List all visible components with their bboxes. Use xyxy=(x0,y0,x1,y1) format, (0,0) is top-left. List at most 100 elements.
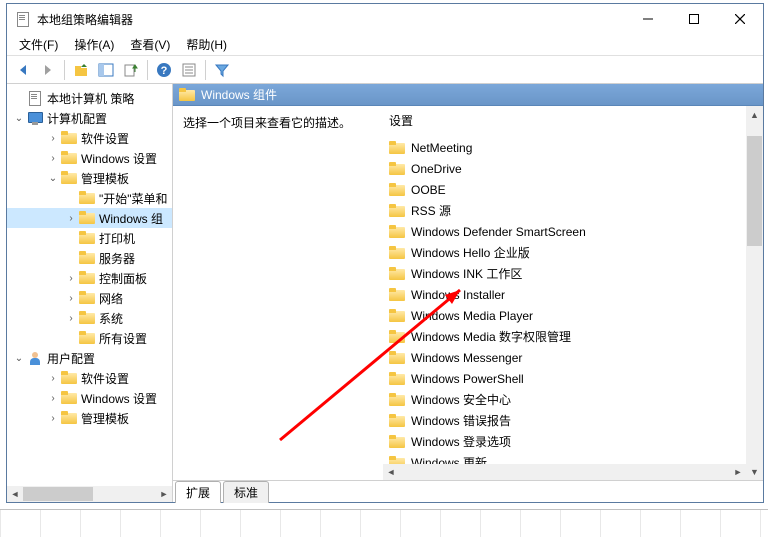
list-item-label: Windows Installer xyxy=(411,288,505,302)
menu-action[interactable]: 操作(A) xyxy=(66,34,122,55)
folder-icon xyxy=(389,245,405,261)
vertical-scrollbar[interactable]: ▲ ▼ xyxy=(746,106,763,480)
list-item[interactable]: Windows INK 工作区 xyxy=(385,263,761,284)
tree-printer[interactable]: 打印机 xyxy=(7,228,172,248)
tree-windows-settings[interactable]: ›Windows 设置 xyxy=(7,148,172,168)
toolbar: ? xyxy=(7,56,763,84)
tree-user-admin[interactable]: ›管理模板 xyxy=(7,408,172,428)
tree-server[interactable]: 服务器 xyxy=(7,248,172,268)
tab-extended[interactable]: 扩展 xyxy=(175,481,221,503)
app-icon xyxy=(15,11,31,27)
tree-user-software[interactable]: ›软件设置 xyxy=(7,368,172,388)
tree-system[interactable]: ›系统 xyxy=(7,308,172,328)
description-text: 选择一个项目来查看它的描述。 xyxy=(183,116,351,130)
scroll-down-icon[interactable]: ▼ xyxy=(746,463,763,480)
expand-icon[interactable]: › xyxy=(47,132,59,144)
filter-button[interactable] xyxy=(210,58,234,82)
tree-root[interactable]: 本地计算机 策略 xyxy=(7,88,172,108)
scroll-right-icon[interactable]: ► xyxy=(156,486,172,502)
scrollbar-thumb[interactable] xyxy=(747,136,762,246)
scroll-up-icon[interactable]: ▲ xyxy=(746,106,763,123)
list-item[interactable]: Windows Media Player xyxy=(385,305,761,326)
folder-icon xyxy=(389,224,405,240)
expand-icon[interactable]: › xyxy=(47,412,59,424)
details-panel: Windows 组件 选择一个项目来查看它的描述。 设置 NetMeetingO… xyxy=(173,84,763,502)
list-item-label: RSS 源 xyxy=(411,202,451,219)
list-item[interactable]: Windows Hello 企业版 xyxy=(385,242,761,263)
up-button[interactable] xyxy=(69,58,93,82)
list-item[interactable]: NetMeeting xyxy=(385,137,761,158)
svg-text:?: ? xyxy=(161,65,168,77)
list-item-label: Windows 错误报告 xyxy=(411,412,511,429)
titlebar[interactable]: 本地组策略编辑器 xyxy=(7,4,763,34)
list-horizontal-scrollbar[interactable]: ◄ ► xyxy=(383,464,746,480)
list-item-label: Windows INK 工作区 xyxy=(411,265,522,282)
list-item-label: OneDrive xyxy=(411,162,462,176)
folder-icon xyxy=(179,87,195,103)
scrollbar-thumb[interactable] xyxy=(23,487,93,501)
tab-standard[interactable]: 标准 xyxy=(223,481,269,503)
expand-icon[interactable]: › xyxy=(47,392,59,404)
tree-windows-components[interactable]: ›Windows 组 xyxy=(7,208,172,228)
expand-icon[interactable]: › xyxy=(65,272,77,284)
forward-button[interactable] xyxy=(36,58,60,82)
list-item-label: Windows 安全中心 xyxy=(411,391,511,408)
list-item[interactable]: OOBE xyxy=(385,179,761,200)
expand-icon[interactable]: › xyxy=(65,212,77,224)
tree-software-settings[interactable]: ›软件设置 xyxy=(7,128,172,148)
expand-icon[interactable]: › xyxy=(65,312,77,324)
tree-panel[interactable]: 本地计算机 策略 ⌄计算机配置 ›软件设置 ›Windows 设置 ⌄管理模板 … xyxy=(7,84,173,502)
tree-control-panel[interactable]: ›控制面板 xyxy=(7,268,172,288)
tree-network[interactable]: ›网络 xyxy=(7,288,172,308)
menu-view[interactable]: 查看(V) xyxy=(122,34,178,55)
tree-user-config[interactable]: ⌄用户配置 xyxy=(7,348,172,368)
folder-icon xyxy=(61,150,77,166)
toolbar-separator xyxy=(64,60,65,80)
export-button[interactable] xyxy=(119,58,143,82)
column-header-setting[interactable]: 设置 xyxy=(385,112,761,129)
back-button[interactable] xyxy=(11,58,35,82)
toolbar-separator xyxy=(205,60,206,80)
scroll-right-icon[interactable]: ► xyxy=(730,464,746,480)
show-hide-tree-button[interactable] xyxy=(94,58,118,82)
list-item[interactable]: OneDrive xyxy=(385,158,761,179)
folder-icon xyxy=(79,190,95,206)
folder-icon xyxy=(79,290,95,306)
folder-icon xyxy=(389,371,405,387)
list-item[interactable]: Windows 错误报告 xyxy=(385,410,761,431)
maximize-button[interactable] xyxy=(671,4,717,34)
scroll-left-icon[interactable]: ◄ xyxy=(383,464,399,480)
help-button[interactable]: ? xyxy=(152,58,176,82)
tree-start-menu[interactable]: "开始"菜单和 xyxy=(7,188,172,208)
list-item[interactable]: Windows Defender SmartScreen xyxy=(385,221,761,242)
expand-icon[interactable]: › xyxy=(47,372,59,384)
folder-icon xyxy=(389,350,405,366)
scroll-left-icon[interactable]: ◄ xyxy=(7,486,23,502)
list-item[interactable]: Windows Messenger xyxy=(385,347,761,368)
list-item[interactable]: Windows 安全中心 xyxy=(385,389,761,410)
collapse-icon[interactable]: ⌄ xyxy=(13,112,25,124)
tree-all-settings[interactable]: 所有设置 xyxy=(7,328,172,348)
menu-file[interactable]: 文件(F) xyxy=(11,34,66,55)
collapse-icon[interactable]: ⌄ xyxy=(47,172,59,184)
window-controls xyxy=(625,4,763,34)
list-item[interactable]: Windows PowerShell xyxy=(385,368,761,389)
collapse-icon[interactable]: ⌄ xyxy=(13,352,25,364)
tree-admin-templates[interactable]: ⌄管理模板 xyxy=(7,168,172,188)
list-item[interactable]: Windows Installer xyxy=(385,284,761,305)
list-item[interactable]: RSS 源 xyxy=(385,200,761,221)
tree-computer-config[interactable]: ⌄计算机配置 xyxy=(7,108,172,128)
minimize-button[interactable] xyxy=(625,4,671,34)
tree-user-windows[interactable]: ›Windows 设置 xyxy=(7,388,172,408)
tree-horizontal-scrollbar[interactable]: ◄ ► xyxy=(7,486,172,502)
expand-icon[interactable]: › xyxy=(47,152,59,164)
folder-icon xyxy=(79,250,95,266)
menu-help[interactable]: 帮助(H) xyxy=(178,34,235,55)
properties-button[interactable] xyxy=(177,58,201,82)
close-button[interactable] xyxy=(717,4,763,34)
window-title: 本地组策略编辑器 xyxy=(37,11,625,28)
expand-icon[interactable]: › xyxy=(65,292,77,304)
list-item[interactable]: Windows Media 数字权限管理 xyxy=(385,326,761,347)
list-item[interactable]: Windows 登录选项 xyxy=(385,431,761,452)
settings-list[interactable]: 设置 NetMeeting OneDrive OOBE RSS 源 Windows De… xyxy=(383,106,763,480)
